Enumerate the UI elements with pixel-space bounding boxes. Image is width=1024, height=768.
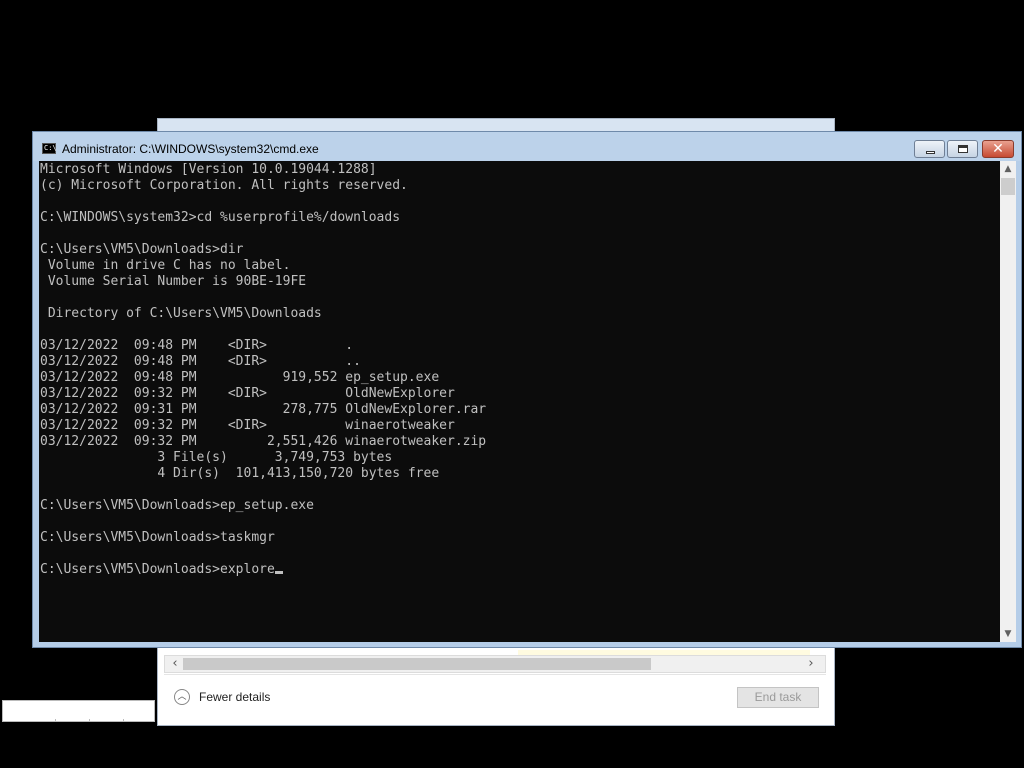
console-line: C:\Users\VM5\Downloads>dir xyxy=(40,242,244,257)
console-output: Microsoft Windows [Version 10.0.19044.12… xyxy=(40,162,486,578)
console-line: 03/12/2022 09:48 PM 919,552 ep_setup.exe xyxy=(40,370,440,385)
text-cursor xyxy=(274,571,283,574)
vertical-scrollbar[interactable]: ▲ ▼ xyxy=(1000,161,1016,642)
task-manager-footer: ︿ Fewer details End task xyxy=(164,674,826,723)
background-window-fragment xyxy=(2,700,155,722)
task-manager-horizontal-scrollbar[interactable]: ‹ › xyxy=(164,655,826,673)
cmd-titlebar[interactable]: C:\ Administrator: C:\WINDOWS\system32\c… xyxy=(33,132,1021,161)
minimize-icon xyxy=(926,151,935,154)
maximize-button[interactable] xyxy=(947,140,978,158)
end-task-button[interactable]: End task xyxy=(737,687,819,708)
console-line: (c) Microsoft Corporation. All rights re… xyxy=(40,178,408,193)
console-line: 03/12/2022 09:48 PM <DIR> .. xyxy=(40,354,361,369)
scrollbar-thumb[interactable] xyxy=(183,658,651,670)
console-line: C:\Users\VM5\Downloads>taskmgr xyxy=(40,530,275,545)
maximize-icon xyxy=(958,145,968,153)
close-icon: ✕ xyxy=(992,141,1004,157)
console-line: C:\WINDOWS\system32>cd %userprofile%/dow… xyxy=(40,210,401,225)
console-line: 03/12/2022 09:32 PM 2,551,426 winaerotwe… xyxy=(40,434,487,449)
console-line: Volume in drive C has no label. xyxy=(47,258,291,273)
close-button[interactable]: ✕ xyxy=(982,140,1014,158)
minimize-button[interactable] xyxy=(914,140,945,158)
console-line: 3 File(s) 3,749,753 bytes xyxy=(157,450,393,465)
console-line: C:\Users\VM5\Downloads>ep_setup.exe xyxy=(40,498,314,513)
scroll-right-icon[interactable]: › xyxy=(803,656,819,672)
cmd-icon[interactable]: C:\ xyxy=(42,143,57,154)
console-line: Volume Serial Number is 90BE-19FE xyxy=(47,274,307,289)
window-title: Administrator: C:\WINDOWS\system32\cmd.e… xyxy=(62,142,319,156)
console-line: 03/12/2022 09:31 PM 278,775 OldNewExplor… xyxy=(40,402,487,417)
cmd-window[interactable]: C:\ Administrator: C:\WINDOWS\system32\c… xyxy=(32,131,1022,648)
console-line: Microsoft Windows [Version 10.0.19044.12… xyxy=(40,162,377,177)
console-output-lines: Microsoft Windows [Version 10.0.19044.12… xyxy=(40,162,486,545)
console-line: 4 Dir(s) 101,413,150,720 bytes free xyxy=(157,466,440,481)
console-line: 03/12/2022 09:48 PM <DIR> . xyxy=(40,338,354,353)
console-line: 03/12/2022 09:32 PM <DIR> winaerotweaker xyxy=(40,418,455,433)
scroll-left-icon[interactable]: ‹ xyxy=(167,656,183,672)
console-line: Directory of C:\Users\VM5\Downloads xyxy=(47,306,322,321)
scroll-up-icon[interactable]: ▲ xyxy=(1000,161,1016,177)
chevron-up-icon[interactable]: ︿ xyxy=(174,689,190,705)
console-area[interactable]: Microsoft Windows [Version 10.0.19044.12… xyxy=(39,161,1016,642)
console-line: 03/12/2022 09:32 PM <DIR> OldNewExplorer xyxy=(40,386,455,401)
fewer-details-link[interactable]: Fewer details xyxy=(199,690,270,704)
console-prompt-line[interactable]: C:\Users\VM5\Downloads>explore xyxy=(40,562,275,577)
scroll-down-icon[interactable]: ▼ xyxy=(1000,626,1016,642)
scrollbar-thumb[interactable] xyxy=(1001,178,1015,195)
